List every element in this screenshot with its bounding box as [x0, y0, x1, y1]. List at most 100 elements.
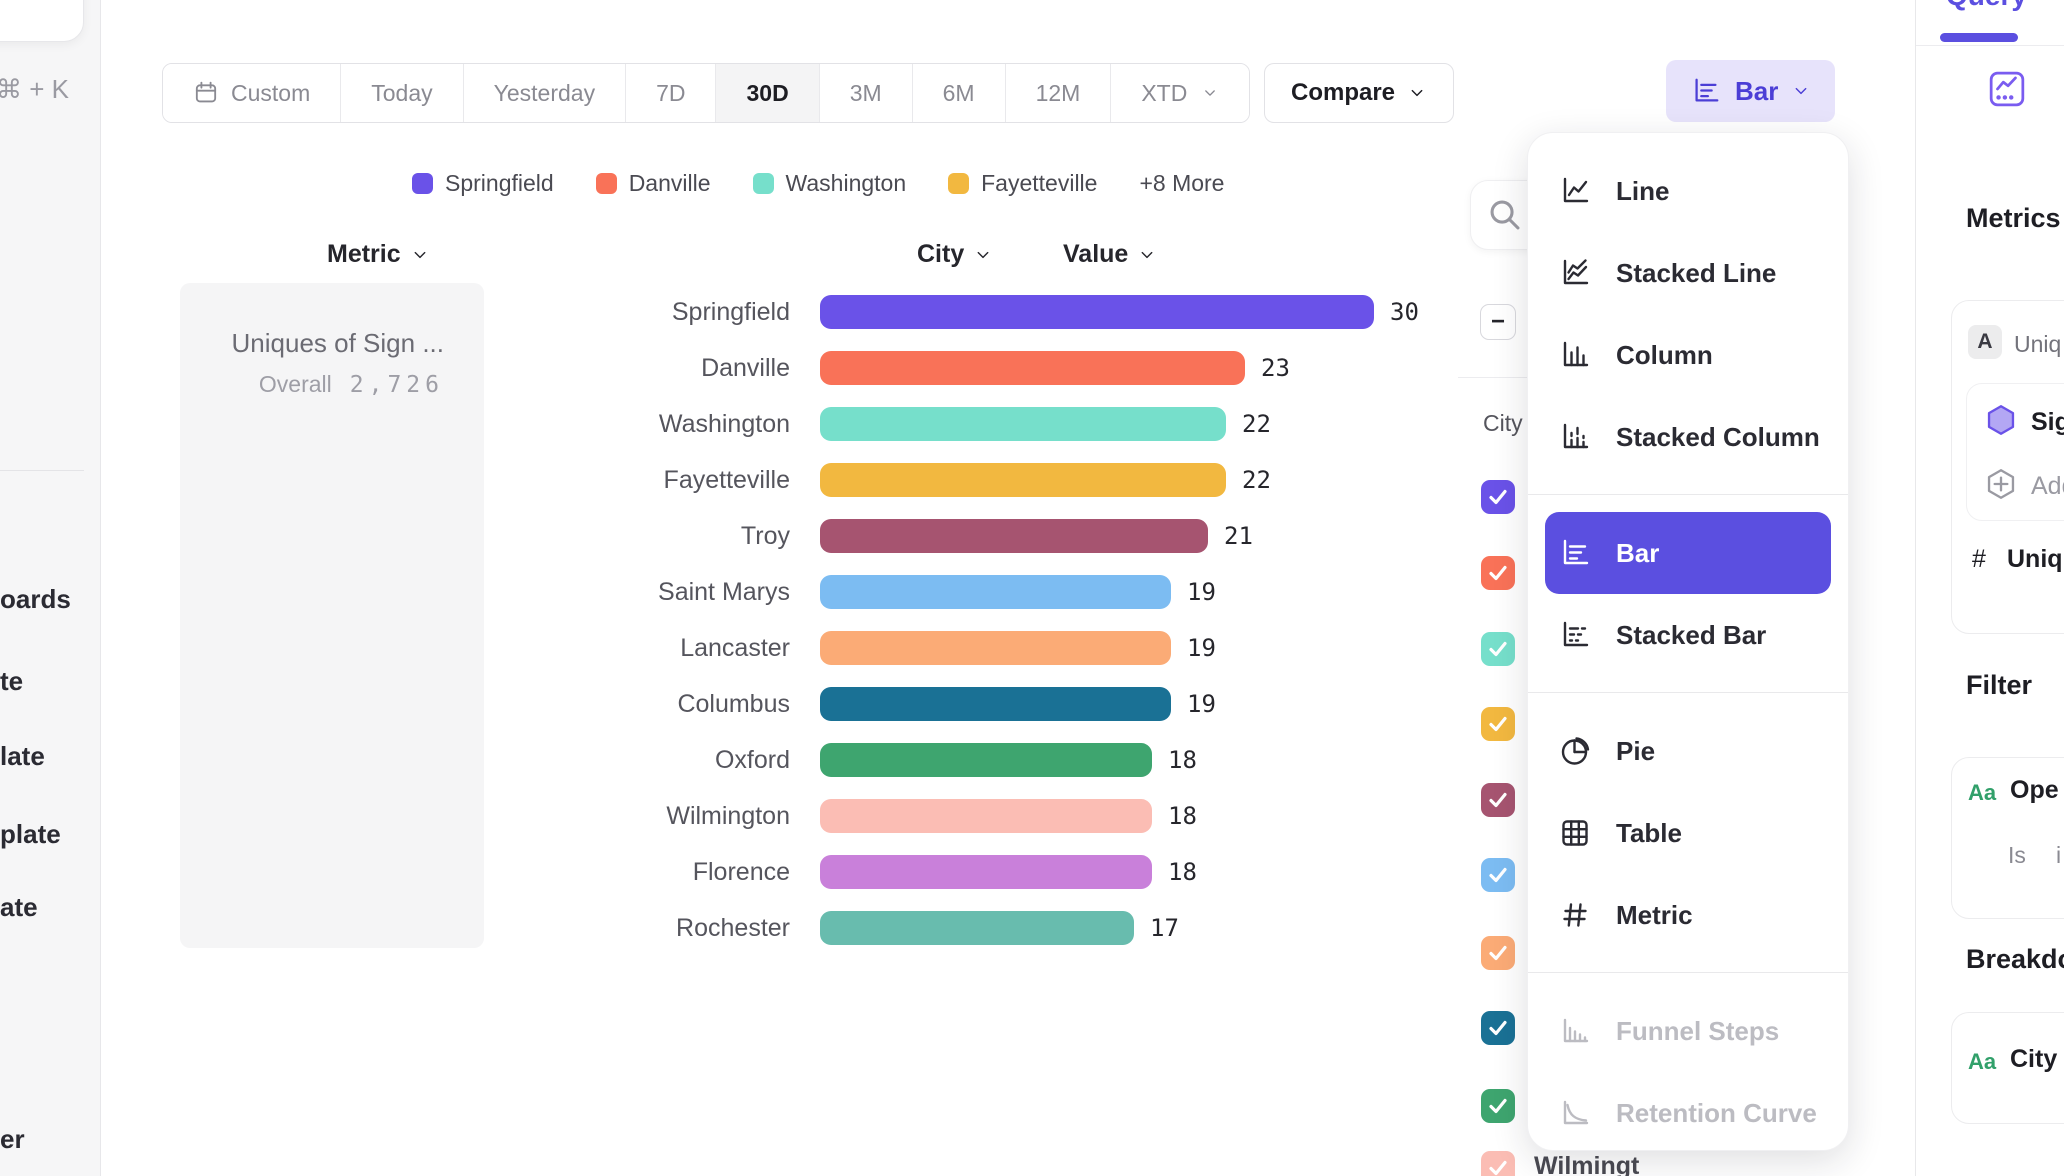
chevron-down-icon: [1407, 83, 1427, 103]
range-yesterday[interactable]: Yesterday: [463, 64, 625, 122]
bar-category-label: Wilmington: [480, 800, 790, 832]
city-checkbox[interactable]: [1481, 858, 1515, 892]
bar-chart-icon: [1690, 75, 1722, 107]
range-30d[interactable]: 30D: [715, 64, 818, 122]
stacked-line-chart-icon: [1556, 256, 1594, 290]
menu-item-label: Bar: [1616, 538, 1659, 569]
column-header-metric[interactable]: Metric: [327, 240, 430, 269]
city-checkbox[interactable]: [1481, 632, 1515, 666]
search-card[interactable]: [0, 0, 84, 42]
unique-prefix: #: [1972, 545, 1986, 574]
city-checkbox[interactable]: [1481, 783, 1515, 817]
range-3m[interactable]: 3M: [819, 64, 912, 122]
metric-icon: [1556, 898, 1594, 932]
bar-value-label: 23: [1261, 352, 1290, 384]
compare-button[interactable]: Compare: [1264, 63, 1454, 123]
legend-item-springfield[interactable]: Springfield: [412, 170, 554, 197]
sidebar-item-ate[interactable]: ate: [0, 892, 38, 923]
bar-chart-icon: [1556, 536, 1594, 570]
menu-item-label: Stacked Line: [1616, 258, 1776, 289]
sidebar-item-late[interactable]: late: [0, 741, 45, 772]
city-checkbox[interactable]: [1481, 936, 1515, 970]
range-7d[interactable]: 7D: [625, 64, 715, 122]
bar-category-label: Washington: [480, 408, 790, 440]
bar-florence[interactable]: [820, 855, 1152, 889]
metric-panel[interactable]: Uniques of Sign ... Overall 2,726: [180, 283, 484, 948]
menu-item-stacked-line[interactable]: Stacked Line: [1528, 232, 1848, 314]
range-label: 7D: [656, 80, 685, 107]
menu-item-funnel-steps: Funnel Steps: [1528, 990, 1848, 1072]
city-checkbox[interactable]: [1481, 707, 1515, 741]
city-checkbox[interactable]: [1481, 1089, 1515, 1123]
range-12m[interactable]: 12M: [1005, 64, 1111, 122]
left-sidebar: ⌘ + K oards te late plate ate er: [0, 0, 101, 1176]
tab-query[interactable]: Query: [1946, 0, 2027, 12]
bar-oxford[interactable]: [820, 743, 1152, 777]
legend-more[interactable]: +8 More: [1139, 170, 1224, 197]
column-header-value[interactable]: Value: [1063, 240, 1157, 269]
sidebar-item-te[interactable]: te: [0, 666, 23, 697]
bar-springfield[interactable]: [820, 295, 1374, 329]
bar-value-label: 18: [1168, 856, 1197, 888]
city-checkbox[interactable]: [1481, 1151, 1515, 1176]
menu-item-stacked-bar[interactable]: Stacked Bar: [1528, 594, 1848, 676]
bar-wilmington[interactable]: [820, 799, 1152, 833]
add-event-icon[interactable]: [1983, 466, 2019, 502]
chevron-down-icon: [1201, 84, 1219, 102]
range-custom[interactable]: Custom: [163, 64, 340, 122]
menu-item-label: Stacked Column: [1616, 422, 1820, 453]
metric-overall-label: Overall: [259, 371, 332, 398]
sidebar-item-er[interactable]: er: [0, 1124, 25, 1155]
range-label: 3M: [850, 80, 882, 107]
insights-chart-icon[interactable]: [1988, 70, 2026, 108]
breakdown-card[interactable]: Aa City: [1951, 1012, 2064, 1124]
bar-value-label: 21: [1224, 520, 1253, 552]
legend-swatch: [412, 173, 433, 194]
menu-item-table[interactable]: Table: [1528, 792, 1848, 874]
sidebar-item-plate[interactable]: plate: [0, 819, 61, 850]
bar-washington[interactable]: [820, 407, 1226, 441]
bar-fayetteville[interactable]: [820, 463, 1226, 497]
city-checkbox[interactable]: [1481, 1011, 1515, 1045]
range-today[interactable]: Today: [340, 64, 462, 122]
column-chart-icon: [1556, 338, 1594, 372]
range-xtd[interactable]: XTD: [1110, 64, 1249, 122]
filter-card[interactable]: Aa Ope Is i: [1951, 757, 2064, 919]
select-all-checkbox[interactable]: −: [1480, 304, 1516, 340]
menu-item-bar[interactable]: Bar: [1545, 512, 1831, 594]
breakdown-aa-badge: Aa: [1968, 1049, 1996, 1075]
legend-item-danville[interactable]: Danville: [596, 170, 711, 197]
metric-card[interactable]: A Uniq Sig Add # Uniqu: [1951, 300, 2064, 634]
chevron-down-icon: [410, 245, 430, 265]
menu-item-metric[interactable]: Metric: [1528, 874, 1848, 956]
range-label: 12M: [1036, 80, 1081, 107]
menu-item-pie[interactable]: Pie: [1528, 710, 1848, 792]
event-label: Sig: [2031, 408, 2064, 437]
keyboard-shortcut-hint: ⌘ + K: [0, 74, 69, 105]
city-checkbox[interactable]: [1481, 480, 1515, 514]
sidebar-item-oards[interactable]: oards: [0, 584, 71, 615]
menu-item-stacked-column[interactable]: Stacked Column: [1528, 396, 1848, 478]
chart-type-button[interactable]: Bar: [1666, 60, 1835, 122]
bar-category-label: Troy: [480, 520, 790, 552]
bar-lancaster[interactable]: [820, 631, 1171, 665]
menu-separator: [1528, 972, 1848, 973]
range-6m[interactable]: 6M: [912, 64, 1005, 122]
column-header-city[interactable]: City: [917, 240, 993, 269]
bar-columbus[interactable]: [820, 687, 1171, 721]
event-card[interactable]: Sig Add: [1966, 383, 2064, 521]
menu-item-label: Column: [1616, 340, 1713, 371]
menu-item-column[interactable]: Column: [1528, 314, 1848, 396]
bar-troy[interactable]: [820, 519, 1208, 553]
legend-item-fayetteville[interactable]: Fayetteville: [948, 170, 1097, 197]
city-checkbox[interactable]: [1481, 556, 1515, 590]
legend-item-washington[interactable]: Washington: [753, 170, 907, 197]
bar-rochester[interactable]: [820, 911, 1134, 945]
bar-category-label: Columbus: [480, 688, 790, 720]
bar-saint-marys[interactable]: [820, 575, 1171, 609]
metric-title: Uniques of Sign ...: [232, 328, 444, 359]
chart-type-menu: Line Stacked Line Column Stacked Column Bar S…: [1527, 132, 1849, 1151]
bar-value-label: 17: [1150, 912, 1179, 944]
menu-item-line[interactable]: Line: [1528, 150, 1848, 232]
bar-danville[interactable]: [820, 351, 1245, 385]
